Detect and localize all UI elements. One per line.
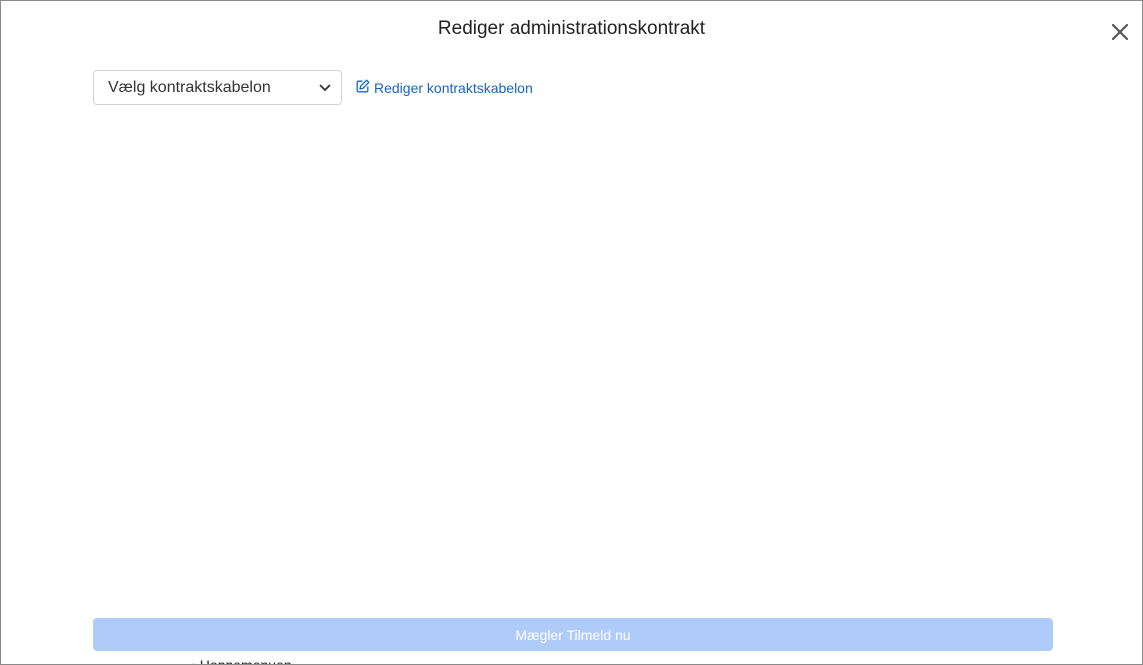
broker-signup-button[interactable]: Mægler Tilmeld nu [93, 618, 1053, 651]
edit-icon [356, 79, 370, 96]
edit-template-label: Rediger kontraktskabelon [374, 79, 533, 96]
template-select-value: Vælg kontraktskabelon [108, 78, 271, 96]
edit-contract-modal: Rediger administrationskontrakt Vælg kon… [0, 0, 1143, 665]
close-button[interactable] [1109, 21, 1131, 43]
edit-template-link[interactable]: Rediger kontraktskabelon [356, 79, 533, 96]
contract-template-select[interactable]: Vælg kontraktskabelon [93, 70, 342, 105]
modal-title: Rediger administrationskontrakt [437, 18, 706, 39]
clipped-background-text: • Hoppemenuen... [191, 657, 304, 665]
chevron-down-icon [319, 79, 331, 97]
close-icon [1109, 21, 1131, 43]
